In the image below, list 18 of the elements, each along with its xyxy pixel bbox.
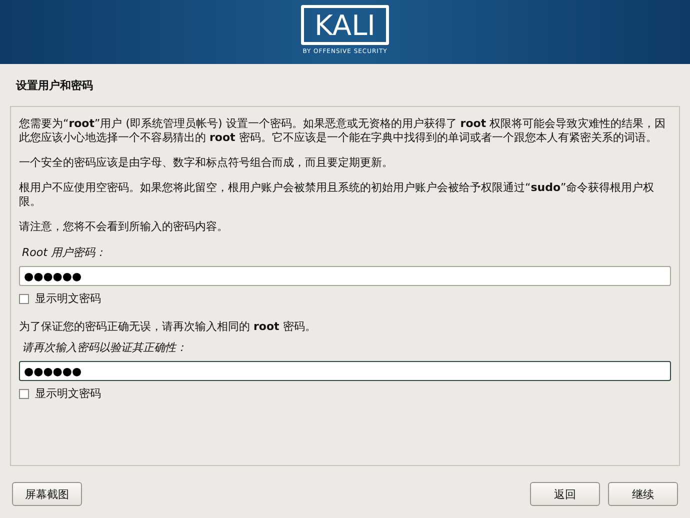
paragraph: 根用户不应使用空密码。如果您将此留空，根用户账户会被禁用且系统的初始用户账户会被给予权限通过“sudo”命令获得根用户权限。 [19,181,656,209]
field-label: 请再次输入密码以验证其正确性： [22,340,188,355]
checkbox[interactable] [19,388,29,398]
continue-button[interactable]: 继续 [608,482,678,506]
paragraph: 一个安全的密码应该是由字母、数字和标点符号组合而成，而且要定期更新。 [19,156,394,170]
paragraph: 您需要为“root”用户 (即系统管理员帐号) 设置一个密码。如果恶意或无资格的用户获得了 root 权限将可能会导致灾难性的结果，因此您应该小心地选择一个不容易猜出的 root 密码。它不应该是一个能在字典中找得到的单词或者一个跟您本人有紧密关系的词语。 [19,117,667,145]
password-field[interactable]: ●●●●●● [19,361,671,381]
screenshot-button[interactable]: 屏幕截图 [12,482,82,506]
back-button[interactable]: 返回 [530,482,600,506]
checkbox-label: 显示明文密码 [35,386,101,401]
checkbox-label: 显示明文密码 [35,291,101,306]
logo: KALI [301,5,389,45]
password-field[interactable]: ●●●●●● [19,266,671,286]
paragraph: 请注意，您将不会看到所输入的密码内容。 [19,220,229,234]
field-label: Root 用户密码： [22,245,107,260]
checkbox[interactable] [19,294,29,304]
paragraph: 为了保证您的密码正确无误，请再次输入相同的 root 密码。 [19,320,317,334]
page-title: 设置用户和密码 [16,78,93,92]
